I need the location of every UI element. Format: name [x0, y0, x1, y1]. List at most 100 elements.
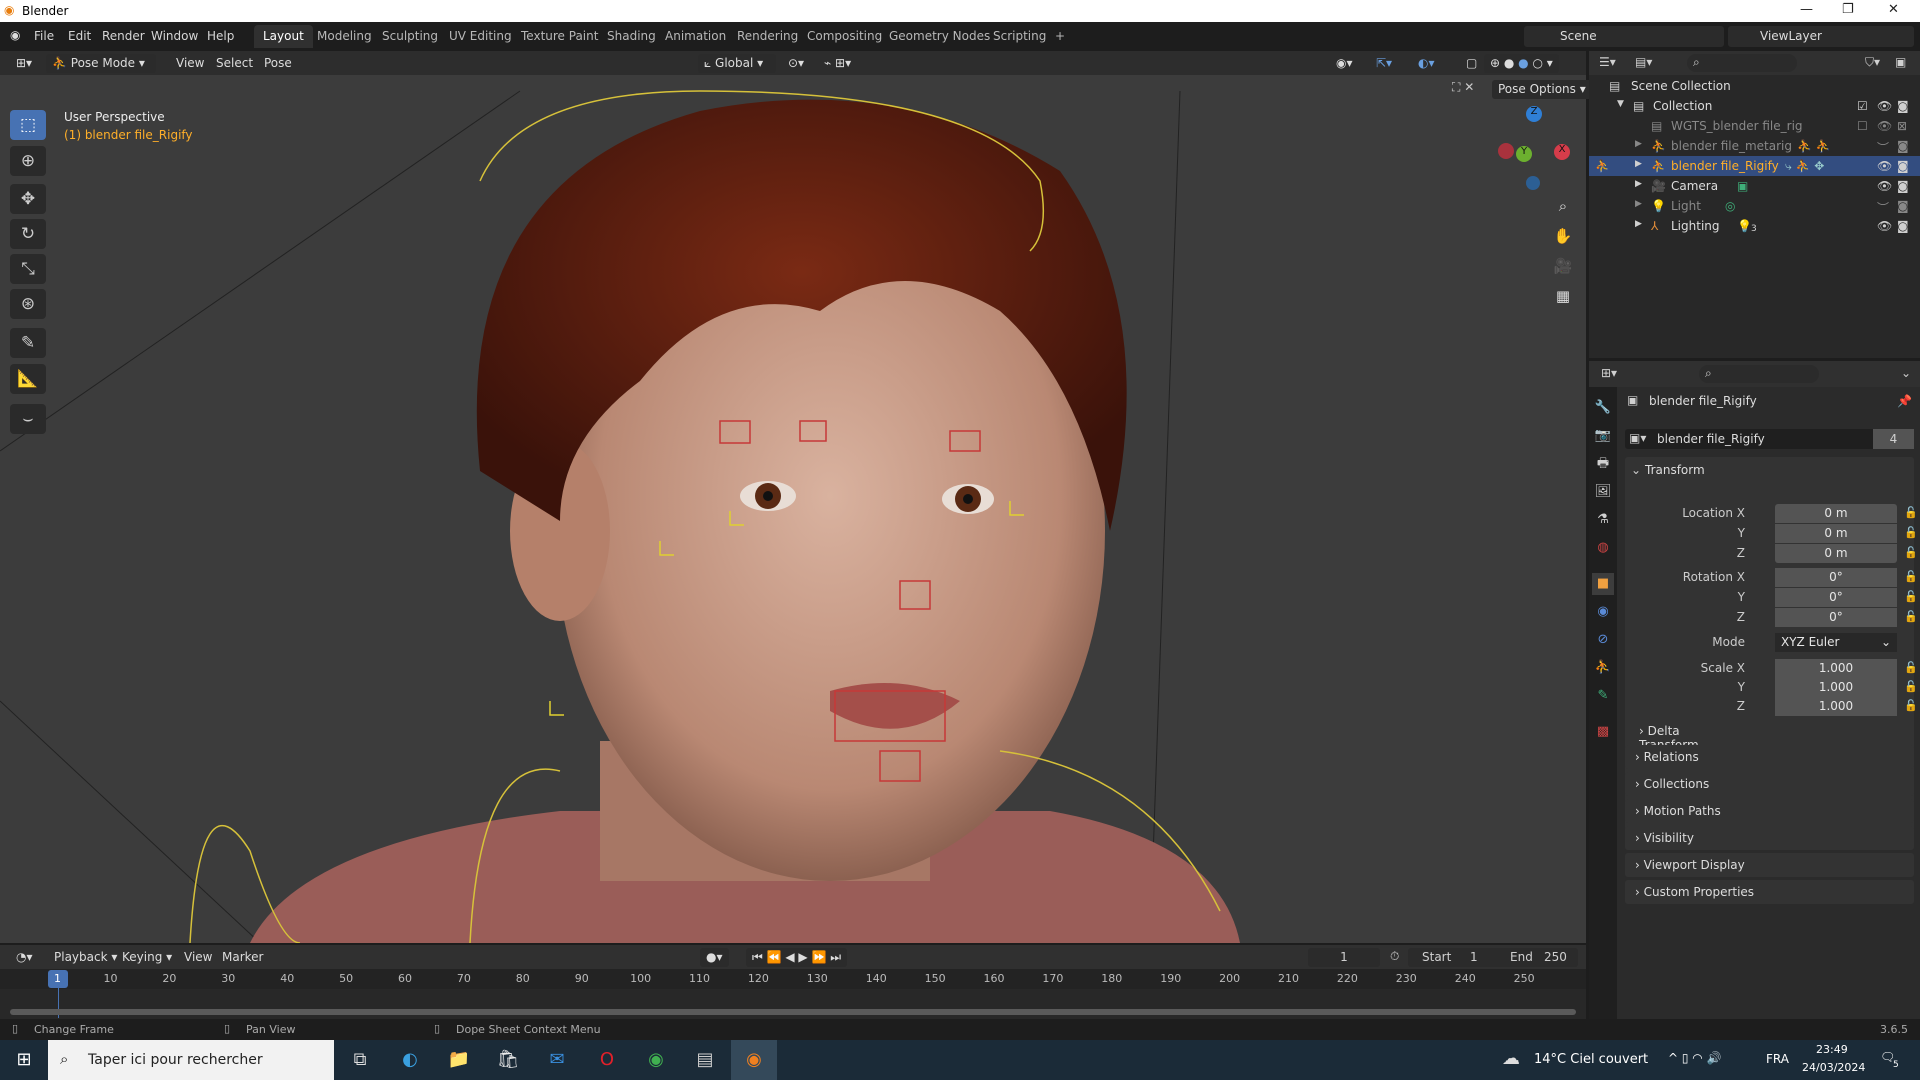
rotate-tool[interactable]: ↻ [10, 219, 46, 249]
hidden-icon[interactable]: ︶ [1877, 139, 1889, 156]
tab-modeling[interactable]: Modeling [308, 25, 381, 48]
render-camera-icon[interactable]: ⊠ [1897, 119, 1907, 133]
tab-uv-editing[interactable]: UV Editing [440, 25, 521, 48]
pivot-icon[interactable]: ⊙▾ [782, 54, 810, 73]
render-camera-icon[interactable]: ◙ [1897, 99, 1909, 113]
xray-icon[interactable]: ▢ [1460, 54, 1483, 73]
grid-toggle-icon[interactable]: ▦ [1550, 283, 1576, 309]
frame-ruler[interactable]: 1 10 20 30 40 50 60 70 80 90 100 110 120 130 140 150 160… [0, 969, 1586, 1018]
maximize-button[interactable]: ❐ [1842, 2, 1854, 17]
editor-type-icon[interactable]: ◔▾ [10, 948, 39, 967]
menu-window[interactable]: Window [151, 29, 198, 43]
panel-collections[interactable]: › Collections [1625, 772, 1914, 796]
3d-viewport[interactable]: ⬚ ⊕ ✥ ↻ ⤡ ⊛ ✎ 📐 ⌣ User Perspective (1) b… [0, 51, 1586, 943]
outliner-item-wgts[interactable]: ▤ WGTS_blender file_rig ☐ 👁 ⊠ [1589, 116, 1920, 136]
lock-icon[interactable]: 🔓 [1904, 680, 1918, 693]
view-layer-tab-icon[interactable]: 🖼 [1592, 481, 1614, 503]
camera-view-icon[interactable]: 🎥 [1550, 253, 1576, 279]
options-chevron-icon[interactable]: ⌄ [1901, 366, 1911, 380]
outliner-search-input[interactable]: ⌕ [1687, 54, 1797, 72]
render-camera-icon[interactable]: ◙ [1897, 199, 1909, 213]
lock-icon[interactable]: 🔓 [1904, 590, 1918, 603]
pan-hand-icon[interactable]: ✋ [1550, 223, 1576, 249]
rotation-y-field[interactable]: 0° [1775, 588, 1897, 607]
panel-viewport-display[interactable]: › Viewport Display [1625, 853, 1914, 877]
opera-icon[interactable]: O [589, 1046, 625, 1074]
menu-edit[interactable]: Edit [68, 29, 91, 43]
outliner-item-light[interactable]: ▶ 💡 Light ◎ ︶ ◙ [1589, 196, 1920, 216]
output-tab-icon[interactable]: 🖶 [1592, 453, 1614, 475]
snap-icon[interactable]: ⌁ ⊞▾ [818, 54, 857, 73]
edge-icon[interactable]: ◐ [392, 1046, 428, 1074]
windows-start-icon[interactable]: ⊞ [6, 1046, 42, 1074]
taskbar-search-input[interactable]: ⌕ Taper ici pour rechercher [48, 1040, 334, 1080]
pose-options-button[interactable]: Pose Options ▾ [1492, 80, 1592, 99]
eye-icon[interactable]: 👁 [1877, 119, 1892, 133]
add-workspace-button[interactable]: + [1046, 25, 1074, 48]
task-view-icon[interactable]: ⧉ [342, 1046, 378, 1074]
relax-pose-tool[interactable]: ⌣ [10, 404, 46, 434]
minimize-button[interactable]: — [1800, 2, 1813, 17]
user-count[interactable]: 4 [1873, 429, 1914, 449]
gizmo-x[interactable]: X [1554, 144, 1570, 160]
scene-selector[interactable]: Scene [1524, 26, 1724, 47]
start-frame-field[interactable]: 1 [1470, 950, 1478, 964]
tab-rendering[interactable]: Rendering [728, 25, 807, 48]
menu-marker[interactable]: Marker [216, 948, 269, 967]
measure-tool[interactable]: 📐 [10, 364, 46, 394]
pin-icon[interactable]: 📌 [1897, 394, 1912, 408]
playhead[interactable]: 1 [47, 970, 68, 988]
clock-time[interactable]: 23:49 [1816, 1043, 1848, 1056]
render-camera-icon[interactable]: ◙ [1897, 159, 1909, 173]
outliner-item-metarig[interactable]: ▶ ⛹ blender file_metarig ⛹ ⛹ ︶ ◙ [1589, 136, 1920, 156]
display-mode-icon[interactable]: ☰▾ [1599, 55, 1616, 69]
gizmo-z[interactable]: Z [1526, 106, 1542, 122]
data-name-input[interactable]: blender file_Rigify [1657, 432, 1765, 446]
menu-playback[interactable]: Playback ▾ [48, 948, 123, 967]
move-tool[interactable]: ✥ [10, 184, 46, 214]
lock-icon[interactable]: 🔓 [1904, 506, 1918, 519]
rotation-mode-dropdown[interactable]: XYZ Euler ⌄ [1775, 633, 1897, 652]
outliner-item-collection[interactable]: ▼ ▤ Collection ☑ 👁 ◙ [1589, 96, 1920, 116]
file-explorer-icon[interactable]: 📁 [441, 1046, 477, 1074]
location-y-field[interactable]: 0 m [1775, 524, 1897, 543]
texture-tab-icon[interactable]: ▩ [1592, 721, 1614, 743]
armature-data-tab-icon[interactable]: ⛹ [1592, 657, 1614, 679]
eye-icon[interactable]: 👁 [1877, 219, 1892, 233]
hidden-icon[interactable]: ︶ [1877, 199, 1889, 216]
render-camera-icon[interactable]: ◙ [1897, 179, 1909, 193]
overlay-toggle-icon[interactable]: ◐▾ [1412, 54, 1441, 73]
tab-animation[interactable]: Animation [656, 25, 735, 48]
tab-geometry-nodes[interactable]: Geometry Nodes [880, 25, 999, 48]
transform-panel-title[interactable]: Transform [1645, 463, 1705, 477]
outliner-scene-collection[interactable]: ▤ Scene Collection [1589, 76, 1920, 96]
data-browse-icon[interactable]: ▣▾ [1629, 431, 1646, 445]
scale-y-field[interactable]: 1.000 [1775, 678, 1897, 697]
menu-view[interactable]: View [170, 54, 210, 73]
transform-tool[interactable]: ⊛ [10, 289, 46, 319]
tab-texture-paint[interactable]: Texture Paint [512, 25, 607, 48]
auto-keying-toggle[interactable]: ●▾ [700, 948, 729, 967]
physics-tab-icon[interactable]: ◉ [1592, 601, 1614, 623]
scale-z-field[interactable]: 1.000 [1775, 697, 1897, 716]
tab-shading[interactable]: Shading [598, 25, 665, 48]
render-camera-icon[interactable]: ◙ [1897, 139, 1909, 153]
expand-arrow-icon[interactable]: ▶ [1635, 159, 1642, 169]
tab-layout[interactable]: Layout [254, 25, 313, 48]
lock-icon[interactable]: 🔓 [1904, 570, 1918, 583]
world-tab-icon[interactable]: ◍ [1592, 537, 1614, 559]
expand-arrow-icon[interactable]: ▼ [1617, 99, 1624, 109]
outliner-item-rigify[interactable]: ⛹ ▶ ⛹ blender file_Rigify ⤷ ⛹ ✥ 👁 ◙ [1589, 156, 1920, 176]
lock-icon[interactable]: 🔓 [1904, 699, 1918, 712]
location-x-field[interactable]: 0 m [1775, 504, 1897, 523]
orientation-selector[interactable]: ⟀ Global ▾ [698, 54, 776, 73]
location-z-field[interactable]: 0 m [1775, 544, 1897, 563]
blender-taskbar-icon[interactable]: ◉ [731, 1040, 777, 1080]
gizmo-y[interactable]: Y [1516, 146, 1532, 162]
current-frame-field[interactable]: 1 [1308, 948, 1380, 967]
system-tray-icons[interactable]: ^ ▯ ◠ 🔊 [1668, 1051, 1722, 1065]
navigation-gizmo[interactable]: Z X Y [1494, 106, 1574, 190]
object-tab-icon[interactable]: ■ [1592, 573, 1614, 595]
render-camera-icon[interactable]: ◙ [1897, 219, 1909, 233]
tab-compositing[interactable]: Compositing [798, 25, 891, 48]
